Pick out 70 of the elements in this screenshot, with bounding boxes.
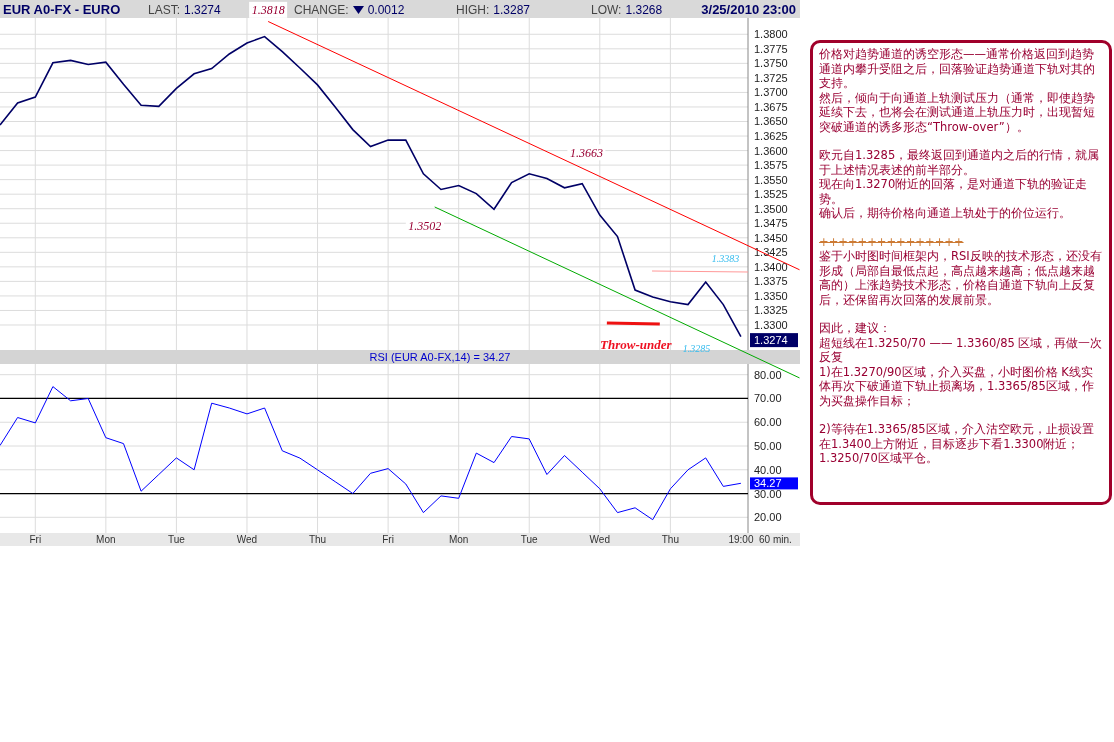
axis-label: 60.00	[754, 416, 782, 429]
axis-label: 50.00	[754, 440, 782, 452]
axis-label: Wed	[589, 534, 610, 545]
commentary-text: 价格对趋势通道的诱空形态——通常价格返回到趋势通道内攀升受阻之后，回落验证趋势通道下轨对其的支持。	[819, 47, 1096, 91]
commentary-text: 确认后，期待价格向通道上轨处于的价位运行。	[819, 206, 1072, 221]
axis-label: 1.3725	[754, 71, 788, 84]
axis-label: Wed	[236, 534, 258, 545]
field-value: 0.0012	[367, 1, 405, 19]
axis-label: 1.3500	[754, 202, 788, 215]
indicator-title: RSI (EUR A0-FX,14) = 34.27	[369, 351, 511, 363]
axis-label: 1.3450	[754, 231, 788, 244]
axis-label: 70.00	[754, 392, 782, 405]
axis-label: 80.00	[754, 368, 782, 381]
axis-label: 1.3525	[754, 188, 788, 201]
axis-label: Thu	[308, 534, 327, 545]
axis-label: 1.3350	[754, 289, 788, 302]
last-value-badge: 34.27	[750, 477, 798, 490]
axis-label: 30.00	[754, 487, 782, 500]
commentary-text: 超短线在1.3250/70 —— 1.3360/85 区域，再做一次反复	[819, 335, 1103, 365]
axis-label: Mon	[96, 534, 116, 545]
axis-label: Fri	[29, 534, 42, 545]
field-label: CHANGE:	[294, 1, 349, 19]
field-value: 1.3274	[184, 1, 221, 19]
commentary-text: 现在向1.3270附近的回落，是对通道下轨的验证走势。	[819, 177, 1089, 206]
field-label: LOW:	[591, 1, 622, 19]
field-value: 1.3268	[625, 1, 663, 19]
price-label: 1.3818	[251, 3, 285, 18]
axis-label: 1.3775	[754, 42, 788, 55]
axis-label: 1.3325	[754, 304, 788, 317]
price-label: 1.3285	[682, 342, 711, 354]
axis-label: 1.3300	[754, 319, 788, 331]
axis-label: Fri	[382, 534, 394, 545]
axis-label: 19:00	[728, 534, 754, 545]
axis-label: 1.3800	[754, 28, 788, 41]
field-value: 1.3287	[493, 1, 531, 19]
axis-label: 1.3400	[754, 260, 788, 273]
field-label: LAST:	[148, 1, 180, 19]
axis-label: 1.3375	[754, 275, 788, 288]
date-time: 3/25/2010 23:00	[700, 1, 797, 19]
symbol-title: EUR A0-FX - EURO	[3, 1, 122, 19]
interval-label: 60 min.	[759, 534, 792, 545]
axis-label: 1.3650	[754, 115, 788, 128]
axis-label: 40.00	[754, 463, 782, 476]
commentary-text: 1)在1.3270/90区域，介入买盘，小时图价格 K线实体再次下破通道下轨止损离场，1.3365/85区域，作为买盘操作目标；	[819, 364, 1095, 408]
axis-label: Tue	[520, 534, 538, 545]
commentary-text: 然后，倾向于向通道上轨测试压力（通常，即使趋势延续下去，也将会在测试通道上轨压力时，出现暂短突破通道的诱多形态“Throw-over”）。	[819, 90, 1096, 134]
commentary-text: 鉴于小时图时间框架内，RSI反映的技术形态，还没有形成（局部自最低点起，高点越来越高；低点越来越高的）上涨趋势技术形态，价格自通道下轨向上反复后，还保留再次回落的发展前景。	[819, 249, 1103, 307]
axis-label: 1.3600	[754, 144, 788, 157]
axis-label: Tue	[168, 534, 185, 545]
axis-label: 20.00	[754, 511, 782, 524]
axis-label: 1.3550	[754, 173, 788, 186]
last-value-badge: 1.3274	[750, 333, 798, 348]
axis-label: Thu	[661, 534, 679, 545]
price-label: 1.3383	[711, 252, 740, 264]
commentary-text: 欧元自1.3285，最终返回到通道内之后的行情，就属于上述情况表述的前半部分。	[819, 147, 1101, 177]
separator-text: +++++++++++++++	[819, 233, 965, 249]
price-label: 1.3502	[408, 219, 442, 234]
field-label: HIGH:	[456, 1, 490, 19]
commentary-text: 2)等待在1.3365/85区域，介入沽空欧元，止损设置在1.3400上方附近，目标逐步下看1.3300附近；1.3250/70区域平仓。	[819, 421, 1095, 466]
price-label: 1.3663	[569, 145, 603, 160]
axis-label: 1.3625	[754, 130, 788, 143]
commentary-text: 因此，建议：	[819, 320, 892, 336]
down-triangle-icon	[352, 5, 364, 14]
axis-label: 1.3675	[754, 100, 788, 113]
axis-label: 1.3475	[754, 217, 788, 230]
axis-label: Mon	[448, 534, 469, 545]
axis-label: 1.3700	[754, 86, 788, 99]
axis-label: 1.3750	[754, 57, 788, 70]
axis-label: 1.3575	[754, 159, 788, 172]
callout-label: Throw-under	[600, 337, 672, 353]
